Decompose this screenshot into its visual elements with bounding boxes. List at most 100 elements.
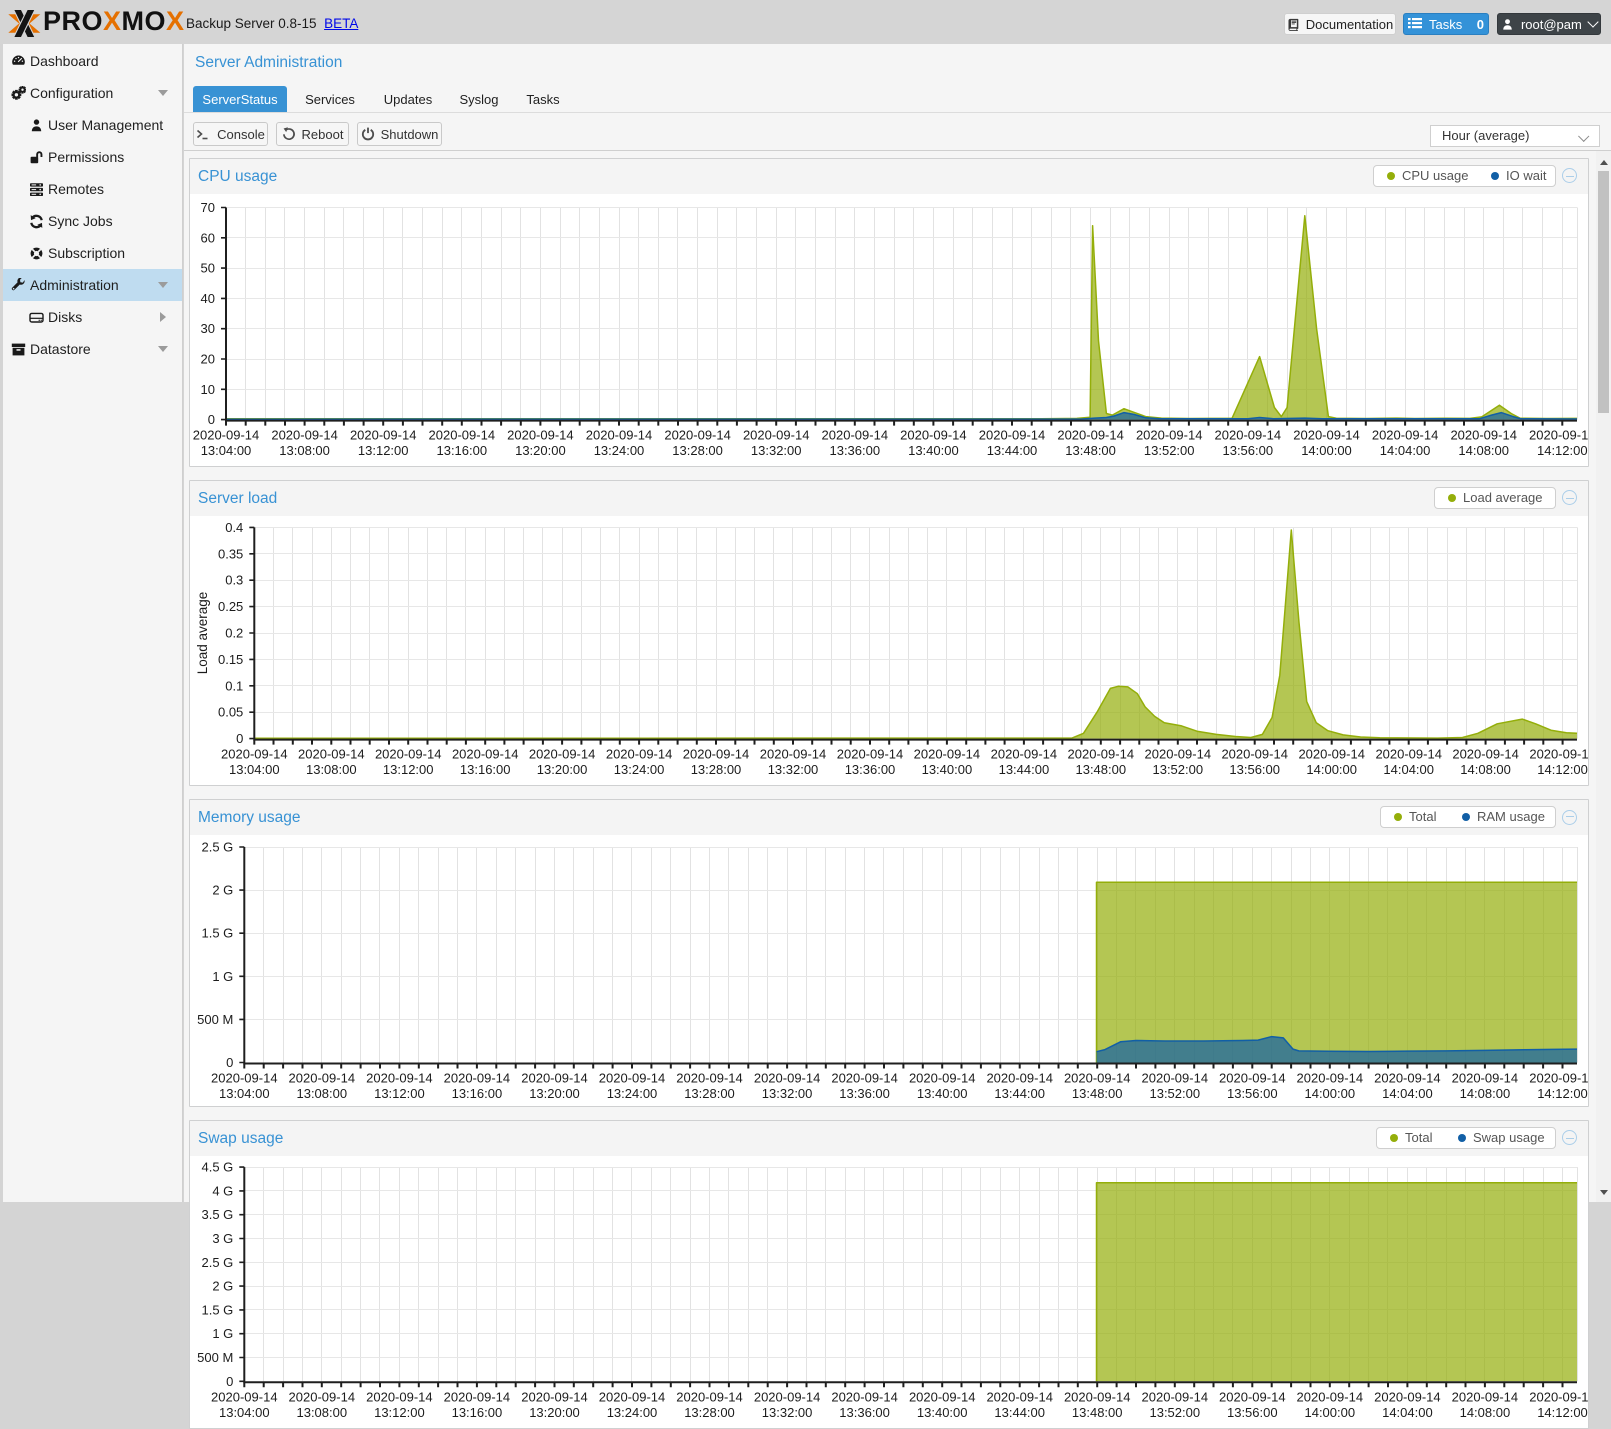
svg-text:13:56:00: 13:56:00 xyxy=(1229,762,1280,777)
svg-text:13:12:00: 13:12:00 xyxy=(374,1086,425,1101)
svg-text:13:44:00: 13:44:00 xyxy=(999,762,1050,777)
svg-text:13:08:00: 13:08:00 xyxy=(296,1405,347,1420)
svg-text:13:04:00: 13:04:00 xyxy=(201,443,252,458)
svg-text:2020-09-14: 2020-09-14 xyxy=(221,747,287,762)
svg-text:2020-09-14: 2020-09-14 xyxy=(1452,1389,1519,1404)
svg-text:2020-09-14: 2020-09-14 xyxy=(1057,428,1124,443)
svg-text:13:48:00: 13:48:00 xyxy=(1075,762,1126,777)
svg-text:13:40:00: 13:40:00 xyxy=(917,1405,968,1420)
svg-text:2020-09-14: 2020-09-14 xyxy=(529,747,596,762)
svg-text:2020-09-14: 2020-09-14 xyxy=(1374,1389,1441,1404)
svg-text:13:04:00: 13:04:00 xyxy=(219,1086,270,1101)
svg-text:2020-09-14: 2020-09-14 xyxy=(429,428,496,443)
svg-text:2020-09-14: 2020-09-14 xyxy=(1297,1071,1364,1086)
svg-text:13:16:00: 13:16:00 xyxy=(460,762,511,777)
svg-text:13:16:00: 13:16:00 xyxy=(452,1405,503,1420)
svg-text:13:48:00: 13:48:00 xyxy=(1065,443,1116,458)
svg-text:14:04:00: 14:04:00 xyxy=(1380,443,1431,458)
svg-text:2020-09-14: 2020-09-14 xyxy=(521,1071,588,1086)
svg-text:2020-09-14: 2020-09-14 xyxy=(1450,428,1517,443)
svg-text:13:28:00: 13:28:00 xyxy=(672,443,723,458)
svg-text:13:36:00: 13:36:00 xyxy=(845,762,896,777)
svg-text:0.25: 0.25 xyxy=(218,599,243,614)
svg-text:2020-09-14: 2020-09-14 xyxy=(193,428,260,443)
svg-text:0.4: 0.4 xyxy=(225,520,243,535)
svg-text:2020-09-14: 2020-09-14 xyxy=(586,428,653,443)
svg-text:2020-09-14: 2020-09-14 xyxy=(986,1071,1052,1086)
svg-text:2020-09-14: 2020-09-14 xyxy=(831,1389,898,1404)
svg-text:2020-09-14: 2020-09-14 xyxy=(754,1071,821,1086)
svg-text:2020-09-14: 2020-09-14 xyxy=(521,1389,588,1404)
svg-text:14:12:00: 14:12:00 xyxy=(1537,762,1588,777)
svg-text:2020-09-14: 2020-09-14 xyxy=(298,747,365,762)
svg-text:2020-09-14: 2020-09-14 xyxy=(909,1389,976,1404)
svg-text:14:04:00: 14:04:00 xyxy=(1382,1086,1433,1101)
svg-text:13:56:00: 13:56:00 xyxy=(1227,1405,1278,1420)
svg-text:13:32:00: 13:32:00 xyxy=(762,1405,813,1420)
svg-text:2020-09-14: 2020-09-14 xyxy=(831,1071,898,1086)
svg-text:13:04:00: 13:04:00 xyxy=(219,1405,270,1420)
svg-text:2020-09-14: 2020-09-14 xyxy=(1064,1071,1131,1086)
svg-text:13:36:00: 13:36:00 xyxy=(839,1086,890,1101)
svg-text:0.3: 0.3 xyxy=(225,573,243,588)
svg-text:2020-09-14: 2020-09-14 xyxy=(1064,1389,1131,1404)
svg-text:2020-09-14: 2020-09-14 xyxy=(900,428,967,443)
svg-text:2020-09-14: 2020-09-14 xyxy=(979,428,1046,443)
svg-text:2020-09-14: 2020-09-14 xyxy=(1142,1071,1209,1086)
svg-text:13:24:00: 13:24:00 xyxy=(607,1086,658,1101)
svg-text:13:36:00: 13:36:00 xyxy=(839,1405,890,1420)
svg-text:2020-09-14: 2020-09-14 xyxy=(211,1389,278,1404)
svg-text:14:04:00: 14:04:00 xyxy=(1383,762,1434,777)
svg-text:13:20:00: 13:20:00 xyxy=(537,762,588,777)
svg-text:4 G: 4 G xyxy=(212,1183,233,1198)
svg-text:2020-09-14: 2020-09-14 xyxy=(760,747,827,762)
svg-text:14:12:00: 14:12:00 xyxy=(1537,1405,1588,1420)
svg-text:0.1: 0.1 xyxy=(225,678,243,693)
svg-text:2020-09-14: 2020-09-14 xyxy=(1452,1071,1519,1086)
svg-text:2020-09-14: 2020-09-14 xyxy=(366,1071,433,1086)
svg-text:13:56:00: 13:56:00 xyxy=(1222,443,1273,458)
svg-text:13:08:00: 13:08:00 xyxy=(296,1086,347,1101)
svg-text:2020-09-14: 2020-09-14 xyxy=(1375,747,1442,762)
svg-text:2020-09-14: 2020-09-14 xyxy=(664,428,731,443)
svg-text:13:08:00: 13:08:00 xyxy=(279,443,330,458)
svg-text:0: 0 xyxy=(226,1055,233,1070)
svg-text:2020-09-14: 2020-09-14 xyxy=(1452,747,1519,762)
svg-text:60: 60 xyxy=(201,230,215,245)
svg-text:13:40:00: 13:40:00 xyxy=(922,762,973,777)
svg-text:13:40:00: 13:40:00 xyxy=(917,1086,968,1101)
svg-text:13:20:00: 13:20:00 xyxy=(529,1086,580,1101)
svg-text:13:12:00: 13:12:00 xyxy=(383,762,434,777)
svg-text:13:52:00: 13:52:00 xyxy=(1149,1086,1200,1101)
svg-text:2020-09-14: 2020-09-14 xyxy=(375,747,442,762)
svg-text:14:08:00: 14:08:00 xyxy=(1460,762,1511,777)
svg-text:2020-09-14: 2020-09-14 xyxy=(743,428,810,443)
svg-text:14:08:00: 14:08:00 xyxy=(1460,1405,1511,1420)
svg-text:4.5 G: 4.5 G xyxy=(202,1160,234,1175)
svg-text:2020-09-14: 2020-09-14 xyxy=(1529,1071,1588,1086)
svg-text:2020-09-14: 2020-09-14 xyxy=(1529,1389,1588,1404)
svg-text:2020-09-14: 2020-09-14 xyxy=(444,1071,511,1086)
svg-text:2020-09-14: 2020-09-14 xyxy=(676,1071,743,1086)
svg-text:14:00:00: 14:00:00 xyxy=(1304,1405,1355,1420)
svg-text:13:32:00: 13:32:00 xyxy=(751,443,802,458)
svg-text:2020-09-14: 2020-09-14 xyxy=(1529,747,1588,762)
svg-text:2020-09-14: 2020-09-14 xyxy=(837,747,904,762)
svg-text:2020-09-14: 2020-09-14 xyxy=(676,1389,743,1404)
svg-text:70: 70 xyxy=(201,200,215,215)
svg-text:13:08:00: 13:08:00 xyxy=(306,762,357,777)
svg-text:1 G: 1 G xyxy=(212,969,233,984)
svg-text:13:16:00: 13:16:00 xyxy=(452,1086,503,1101)
svg-text:2 G: 2 G xyxy=(212,883,233,898)
svg-text:2020-09-14: 2020-09-14 xyxy=(599,1071,666,1086)
svg-text:13:32:00: 13:32:00 xyxy=(762,1086,813,1101)
svg-text:14:00:00: 14:00:00 xyxy=(1306,762,1357,777)
svg-text:2020-09-14: 2020-09-14 xyxy=(1219,1389,1286,1404)
svg-text:13:28:00: 13:28:00 xyxy=(691,762,742,777)
svg-text:1.5 G: 1.5 G xyxy=(202,926,234,941)
svg-text:13:24:00: 13:24:00 xyxy=(594,443,645,458)
svg-text:500 M: 500 M xyxy=(197,1350,233,1365)
svg-text:0.35: 0.35 xyxy=(218,546,243,561)
svg-text:0.05: 0.05 xyxy=(218,705,243,720)
svg-text:13:44:00: 13:44:00 xyxy=(987,443,1038,458)
